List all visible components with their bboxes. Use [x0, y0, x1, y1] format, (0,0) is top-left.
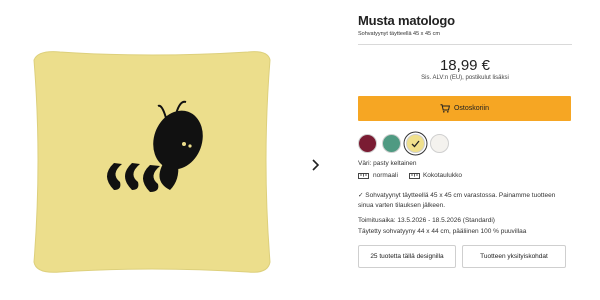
swatch-burgundy[interactable]	[358, 134, 377, 153]
tax-note: Sis. ALV:n (EU), postikulut lisäksi	[421, 75, 509, 81]
delivery-time: Toimitusaika: 13.5.2026 - 18.5.2026 (Sta…	[358, 217, 495, 224]
ruler-icon	[408, 172, 420, 179]
add-to-cart-button[interactable]: Ostoskoriin	[358, 96, 571, 121]
action-buttons: 25 tuotetta tällä designilla Tuotteen yk…	[358, 245, 566, 268]
product-image	[0, 0, 300, 300]
product-details-button[interactable]: Tuotteen yksityiskohdat	[462, 245, 566, 268]
size-row: normaali Kokotaulukko	[358, 172, 462, 179]
product-subtitle: Sohvatyynyt täytteellä 45 x 45 cm	[358, 31, 440, 37]
swatch-pastel-yellow[interactable]	[406, 134, 425, 153]
color-label: Väri: pasty keltainen	[358, 160, 417, 167]
check-icon	[411, 140, 420, 147]
more-designs-button[interactable]: 25 tuotetta tällä designilla	[358, 245, 456, 268]
size-value: normaali	[373, 172, 398, 179]
product-title: Musta matologo	[358, 13, 455, 28]
filling-info: Täytetty sohvatyyny 44 x 44 cm, pääliine…	[358, 228, 527, 235]
size-table-link[interactable]: Kokotaulukko	[423, 172, 462, 179]
color-swatches	[358, 134, 449, 153]
chevron-right-icon	[312, 159, 320, 171]
divider	[358, 44, 572, 45]
shopping-cart-icon	[440, 104, 450, 113]
product-price: 18,99 €	[439, 57, 491, 74]
stock-note: ✓ Sohvatyynyt täytteellä 45 x 45 cm vara…	[358, 192, 556, 209]
ruler-icon	[358, 172, 369, 179]
swatch-white[interactable]	[430, 134, 449, 153]
swatch-teal[interactable]	[382, 134, 401, 153]
add-to-cart-label: Ostoskoriin	[453, 105, 489, 112]
next-image-button[interactable]	[306, 156, 324, 174]
pillow-shape	[33, 51, 271, 273]
